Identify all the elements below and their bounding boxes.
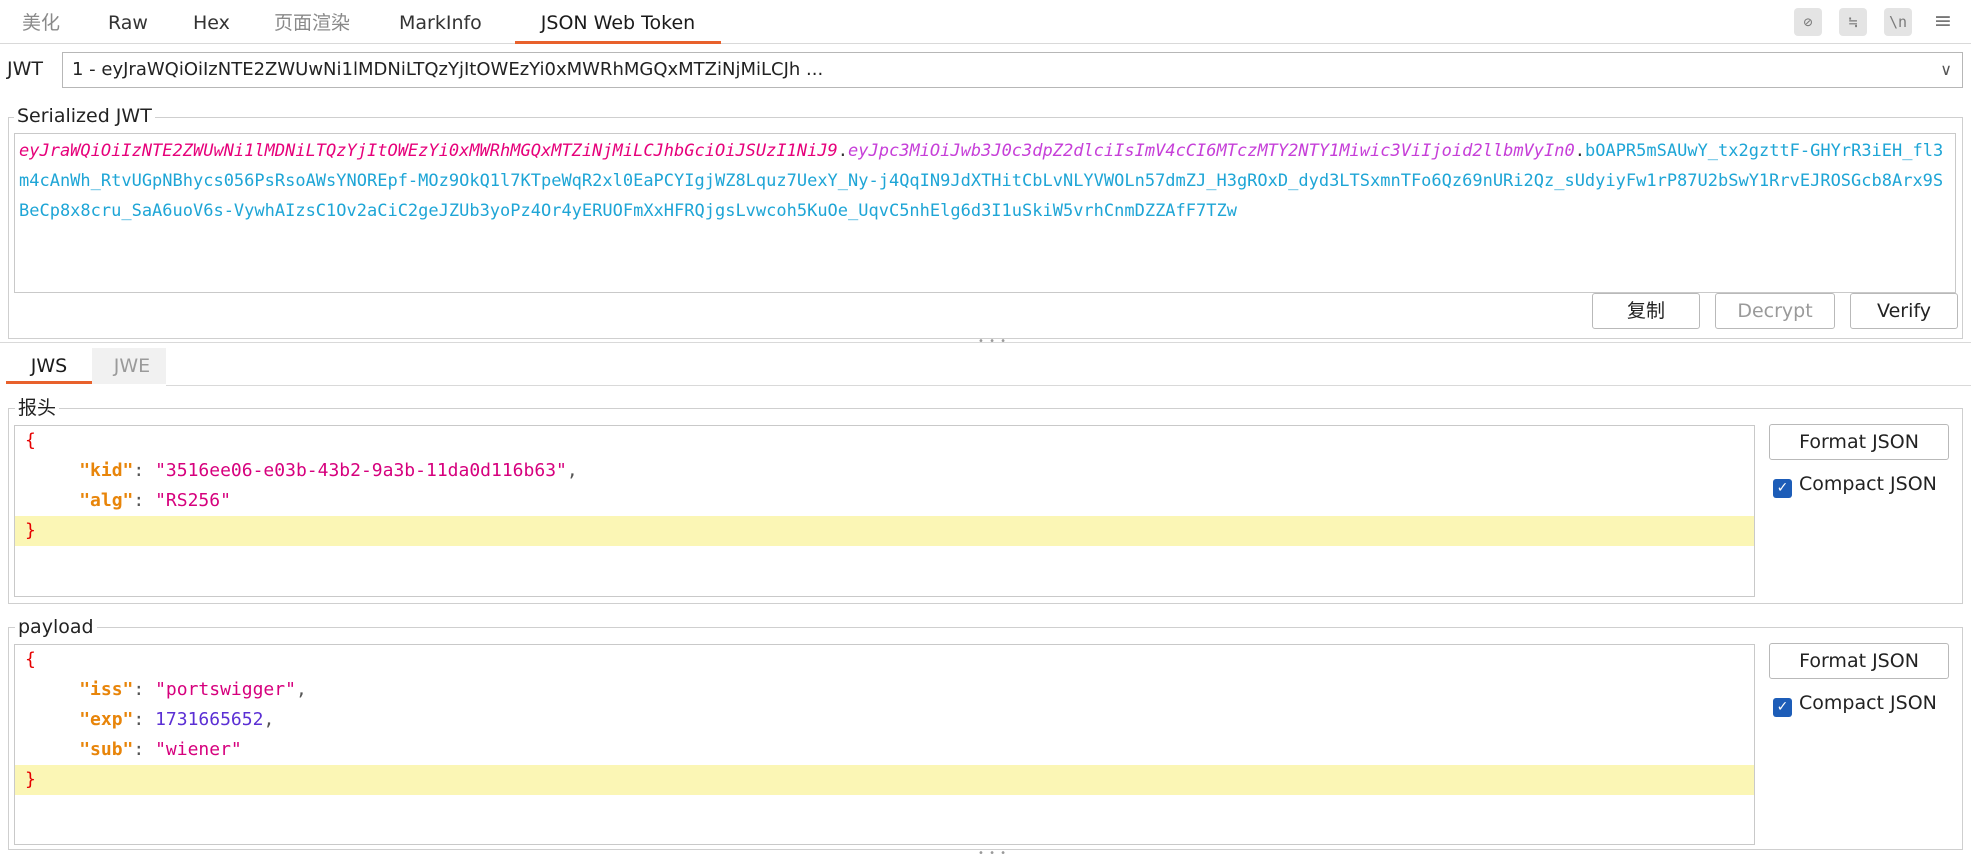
checkbox-checked-icon[interactable]: ✓ xyxy=(1773,479,1792,498)
json-value-exp: 1731665652 xyxy=(155,709,264,730)
jwt-header-segment: eyJraWQiOiIzNTE2ZWUwNi1lMDNiLTQzYjItOWEz… xyxy=(19,141,838,161)
code-line: "sub": "wiener" xyxy=(15,735,1754,765)
open-brace: { xyxy=(25,430,36,451)
json-key-alg: "alg" xyxy=(79,490,134,511)
tab-render[interactable]: 页面渲染 xyxy=(258,0,366,44)
decrypt-button[interactable]: Decrypt xyxy=(1715,293,1835,329)
tab-beautify[interactable]: 美化 xyxy=(6,0,76,44)
code-line-current: } xyxy=(15,516,1754,546)
open-brace: { xyxy=(25,649,36,670)
compact-json-label: Compact JSON xyxy=(1799,692,1937,714)
close-brace: } xyxy=(25,520,36,541)
tab-hex[interactable]: Hex xyxy=(177,0,246,44)
jwt-select[interactable]: 1 - eyJraWQiOiIzNTE2ZWUwNi1lMDNiLTQzYjIt… xyxy=(62,52,1963,88)
colon: : xyxy=(133,460,156,481)
message-view-tabs: 美化 Raw Hex 页面渲染 MarkInfo JSON Web Token … xyxy=(0,0,1971,44)
chevron-down-icon: ∨ xyxy=(1940,60,1952,79)
tab-raw[interactable]: Raw xyxy=(92,0,164,44)
menu-icon[interactable]: ≡ xyxy=(1929,8,1957,36)
jwt-payload-segment: eyJpc3MiOiJwb3J0c3dpZ2dlciIsImV4cCI6MTcz… xyxy=(848,141,1575,161)
payload-legend: payload xyxy=(15,616,97,638)
hide-icon[interactable]: ⊘ xyxy=(1794,8,1822,36)
code-line: { xyxy=(15,426,1754,456)
jwt-separator: . xyxy=(837,141,849,161)
tab-markinfo[interactable]: MarkInfo xyxy=(383,0,498,44)
payload-json-editor[interactable]: { "iss": "portswigger", "exp": 173166565… xyxy=(14,644,1755,845)
checkbox-checked-icon[interactable]: ✓ xyxy=(1773,698,1792,717)
tab-jwe[interactable]: JWE xyxy=(98,348,166,384)
format-json-button[interactable]: Format JSON xyxy=(1769,424,1949,460)
compact-json-checkbox[interactable]: ✓ Compact JSON xyxy=(1773,473,1937,498)
comma: , xyxy=(263,709,275,730)
jwt-select-value: 1 - eyJraWQiOiIzNTE2ZWUwNi1lMDNiLTQzYjIt… xyxy=(72,59,824,80)
serialized-jwt-legend: Serialized JWT xyxy=(14,105,155,127)
colon: : xyxy=(133,739,156,760)
tab-json-web-token[interactable]: JSON Web Token xyxy=(515,0,721,44)
jwt-label: JWT xyxy=(7,58,43,80)
token-type-tabs: JWS JWE xyxy=(6,348,166,384)
json-key-exp: "exp" xyxy=(79,709,134,730)
colon: : xyxy=(133,490,156,511)
format-json-button[interactable]: Format JSON xyxy=(1769,643,1949,679)
comma: , xyxy=(566,460,578,481)
json-value-iss: "portswigger" xyxy=(155,679,296,700)
tabs-underline xyxy=(166,385,1971,386)
json-value-kid: "3516ee06-e03b-43b2-9a3b-11da0d116b63" xyxy=(155,460,567,481)
colon: : xyxy=(133,679,156,700)
code-line: "exp": 1731665652, xyxy=(15,705,1754,735)
splitter-grip-icon[interactable]: • • • xyxy=(978,336,1007,347)
code-line: "iss": "portswigger", xyxy=(15,675,1754,705)
tab-jws[interactable]: JWS xyxy=(6,348,92,384)
verify-button[interactable]: Verify xyxy=(1850,293,1958,329)
splitter-grip-icon[interactable]: • • • xyxy=(978,848,1007,859)
code-line: "kid": "3516ee06-e03b-43b2-9a3b-11da0d11… xyxy=(15,456,1754,486)
wrap-icon[interactable]: ≒ xyxy=(1839,8,1867,36)
newline-icon[interactable]: \n xyxy=(1884,8,1912,36)
copy-button[interactable]: 复制 xyxy=(1592,293,1700,329)
code-line: "alg": "RS256" xyxy=(15,486,1754,516)
jwt-separator: . xyxy=(1574,141,1585,161)
json-value-sub: "wiener" xyxy=(155,739,242,760)
code-line-current: } xyxy=(15,765,1754,795)
compact-json-checkbox[interactable]: ✓ Compact JSON xyxy=(1773,692,1937,717)
json-key-kid: "kid" xyxy=(79,460,134,481)
serialized-jwt-field[interactable]: eyJraWQiOiIzNTE2ZWUwNi1lMDNiLTQzYjItOWEz… xyxy=(14,133,1956,293)
colon: : xyxy=(133,709,156,730)
comma: , xyxy=(295,679,307,700)
close-brace: } xyxy=(25,769,36,790)
json-key-sub: "sub" xyxy=(79,739,134,760)
json-key-iss: "iss" xyxy=(79,679,134,700)
code-line: { xyxy=(15,645,1754,675)
json-value-alg: "RS256" xyxy=(155,490,231,511)
compact-json-label: Compact JSON xyxy=(1799,473,1937,495)
header-json-editor[interactable]: { "kid": "3516ee06-e03b-43b2-9a3b-11da0d… xyxy=(14,425,1755,597)
header-legend: 报头 xyxy=(15,397,60,419)
